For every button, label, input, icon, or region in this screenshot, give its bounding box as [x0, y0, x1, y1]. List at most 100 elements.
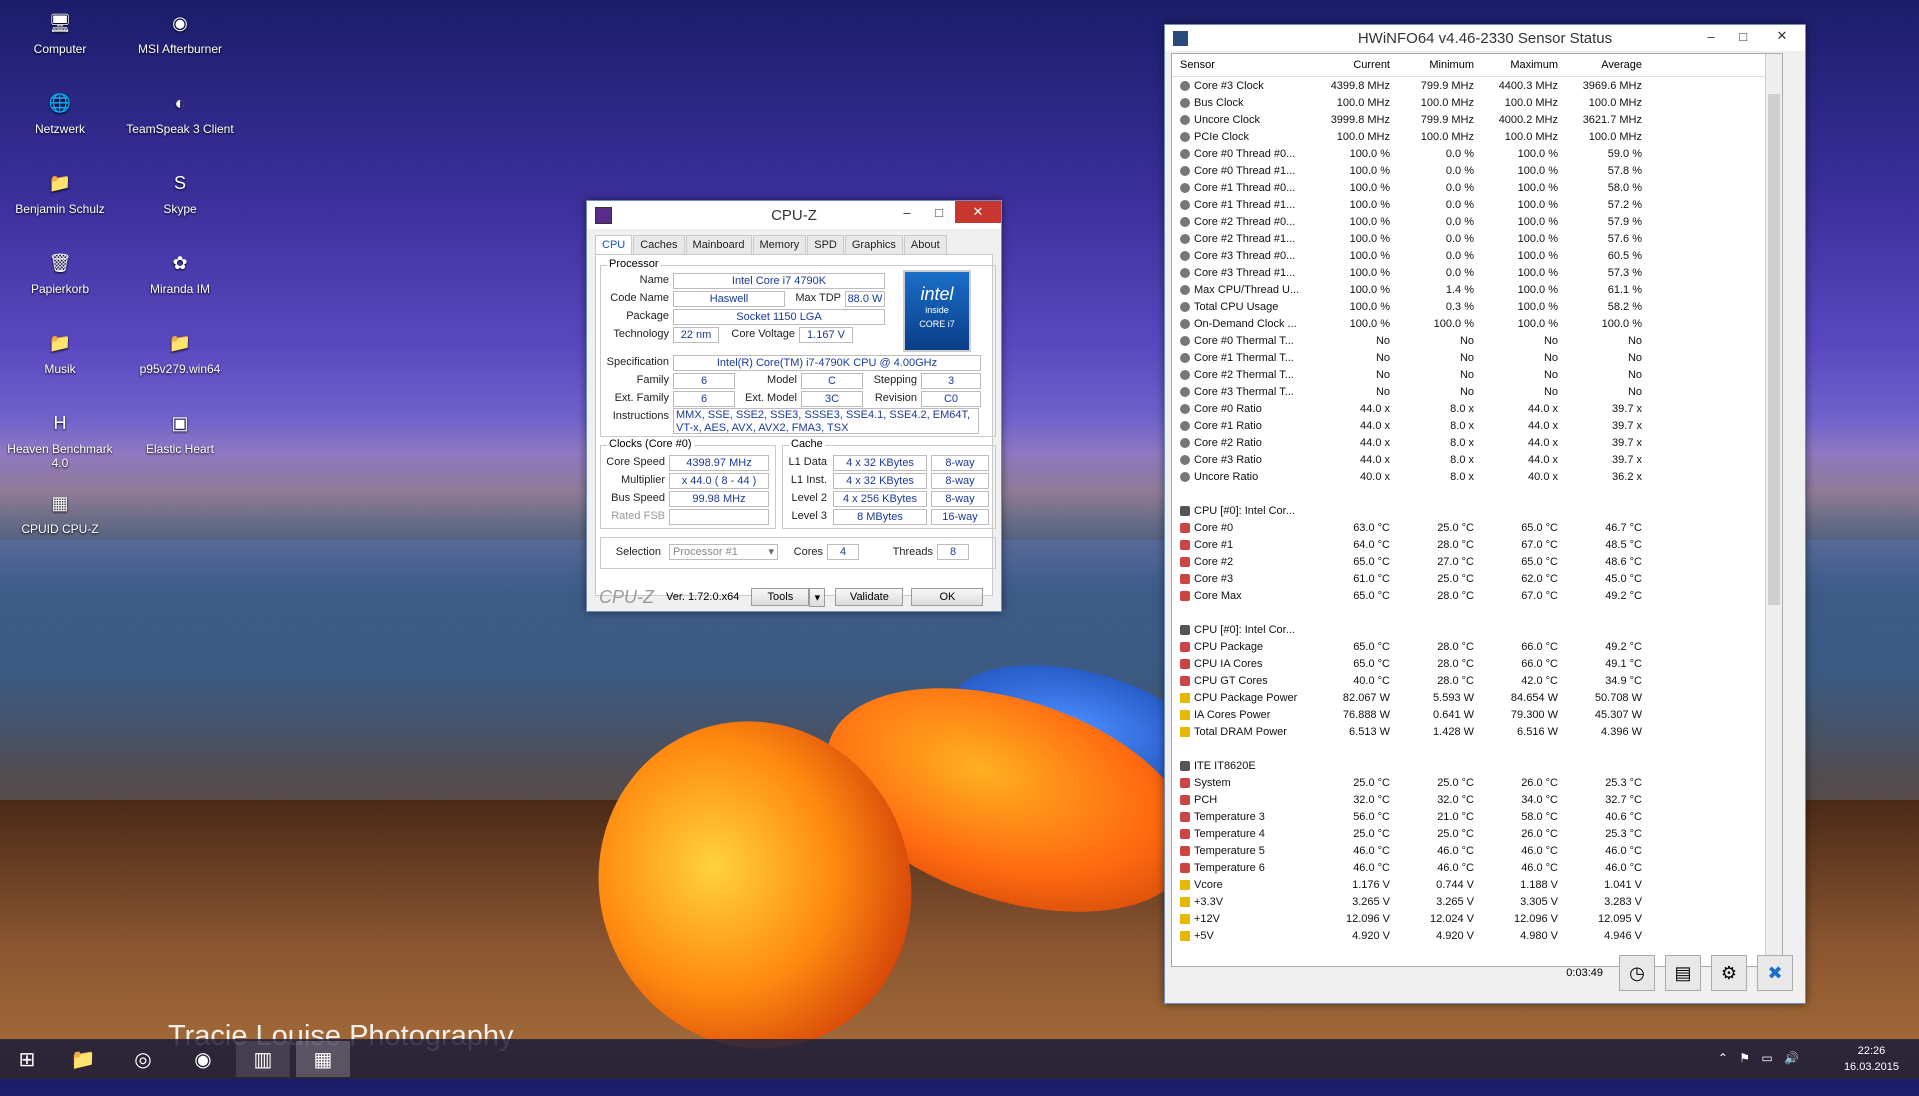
tools-button[interactable]: Tools	[751, 588, 810, 606]
sensor-row[interactable]: Core #2 Ratio 44.0 x 8.0 x 44.0 x 39.7 x	[1172, 434, 1782, 451]
desktop-icon[interactable]: H Heaven Benchmark 4.0	[2, 408, 118, 471]
sensor-row[interactable]: Temperature 3 56.0 °C 21.0 °C 58.0 °C 40.6 °…	[1172, 808, 1782, 825]
desktop-icon[interactable]: 📁 p95v279.win64	[122, 328, 238, 377]
ok-button[interactable]: OK	[911, 588, 984, 606]
desktop-icon[interactable]: ▦ CPUID CPU-Z	[2, 488, 118, 537]
sensor-row[interactable]: CPU Package Power 82.067 W 5.593 W 84.654 W…	[1172, 689, 1782, 706]
settings-button[interactable]: ⚙	[1711, 955, 1747, 991]
sensor-row[interactable]: Max CPU/Thread U... 100.0 % 1.4 % 100.0 % 61…	[1172, 281, 1782, 298]
taskbar-app-2[interactable]: ◎	[116, 1041, 170, 1077]
tab-graphics[interactable]: Graphics	[844, 235, 903, 254]
sensor-row[interactable]: Core #2 Thermal T... No No No No	[1172, 366, 1782, 383]
column-header[interactable]: Average	[1562, 59, 1646, 71]
sensor-row[interactable]: Total DRAM Power 6.513 W 1.428 W 6.516 W 4.3…	[1172, 723, 1782, 740]
desktop-icon[interactable]: ✿ Miranda IM	[122, 248, 238, 297]
desktop-icon[interactable]: 🖥 Computer	[2, 8, 118, 57]
close-button[interactable]: ✕	[955, 201, 1001, 223]
exit-button[interactable]: ✖	[1757, 955, 1793, 991]
column-header[interactable]: Sensor	[1172, 59, 1310, 71]
tray-expand-icon[interactable]: ⌃	[1718, 1051, 1728, 1065]
sensor-row[interactable]: Temperature 4 25.0 °C 25.0 °C 26.0 °C 25.3 °…	[1172, 825, 1782, 842]
taskbar-hwinfo[interactable]: ▥	[236, 1041, 290, 1077]
tab-cpu[interactable]: CPU	[595, 235, 633, 254]
minimize-button[interactable]: –	[891, 201, 923, 223]
tray-volume-icon[interactable]: 🔊	[1784, 1051, 1799, 1065]
selection-dropdown[interactable]: Processor #1 ▾	[669, 544, 778, 560]
tray-flag-icon[interactable]: ⚑	[1739, 1051, 1750, 1065]
sensor-row[interactable]: Core #2 Thread #1... 100.0 % 0.0 % 100.0 % 5…	[1172, 230, 1782, 247]
maximize-button[interactable]: □	[923, 201, 955, 223]
sensor-row[interactable]: On-Demand Clock ... 100.0 % 100.0 % 100.0 %…	[1172, 315, 1782, 332]
tab-mainboard[interactable]: Mainboard	[685, 235, 752, 254]
start-button[interactable]: ⊞	[0, 1041, 54, 1077]
sensor-row[interactable]: Total CPU Usage 100.0 % 0.3 % 100.0 % 58.2 %	[1172, 298, 1782, 315]
sensor-row[interactable]: Temperature 6 46.0 °C 46.0 °C 46.0 °C 46.0 °…	[1172, 859, 1782, 876]
sensor-row[interactable]: System 25.0 °C 25.0 °C 26.0 °C 25.3 °C	[1172, 774, 1782, 791]
validate-button[interactable]: Validate	[835, 588, 904, 606]
sensor-row[interactable]: Core #1 64.0 °C 28.0 °C 67.0 °C 48.5 °C	[1172, 536, 1782, 553]
sensor-row[interactable]: Core #3 61.0 °C 25.0 °C 62.0 °C 45.0 °C	[1172, 570, 1782, 587]
hwinfo-close-button[interactable]: ✕	[1759, 25, 1805, 47]
sensor-row[interactable]: IA Cores Power 76.888 W 0.641 W 79.300 W 45.…	[1172, 706, 1782, 723]
hwinfo-minimize-button[interactable]: –	[1695, 25, 1727, 47]
column-header[interactable]: Maximum	[1478, 59, 1562, 71]
desktop-icon[interactable]: ◐ TeamSpeak 3 Client	[122, 88, 238, 137]
log-button[interactable]: ▤	[1665, 955, 1701, 991]
taskbar-chrome[interactable]: ◉	[176, 1041, 230, 1077]
desktop-icon[interactable]: 📁 Benjamin Schulz	[2, 168, 118, 217]
column-header[interactable]: Current	[1310, 59, 1394, 71]
sensor-row[interactable]: Core #2 65.0 °C 27.0 °C 65.0 °C 48.6 °C	[1172, 553, 1782, 570]
sensor-row[interactable]: +3.3V 3.265 V 3.265 V 3.305 V 3.283 V	[1172, 893, 1782, 910]
column-header[interactable]: Minimum	[1394, 59, 1478, 71]
sensor-row[interactable]: Core #3 Thermal T... No No No No	[1172, 383, 1782, 400]
sensor-scrollbar-thumb[interactable]	[1768, 94, 1780, 605]
tab-memory[interactable]: Memory	[752, 235, 807, 254]
sensor-row[interactable]: Core #1 Thread #0... 100.0 % 0.0 % 100.0 % 5…	[1172, 179, 1782, 196]
sensor-row[interactable]: Uncore Ratio 40.0 x 8.0 x 40.0 x 36.2 x	[1172, 468, 1782, 485]
clock-reset-button[interactable]: ◷	[1619, 955, 1655, 991]
tab-caches[interactable]: Caches	[633, 235, 685, 254]
sensor-row[interactable]: CPU [#0]: Intel Cor...	[1172, 502, 1782, 519]
tools-dropdown-button[interactable]: ▾	[809, 587, 826, 607]
tray-network-icon[interactable]: ▭	[1761, 1051, 1772, 1065]
clock[interactable]: 22:26 16.03.2015	[1844, 1043, 1899, 1075]
sensor-row[interactable]: Core #0 63.0 °C 25.0 °C 65.0 °C 46.7 °C	[1172, 519, 1782, 536]
sensor-row[interactable]: CPU [#0]: Intel Cor...	[1172, 621, 1782, 638]
desktop-icon[interactable]: 📁 Musik	[2, 328, 118, 377]
desktop-icon[interactable]: ▣ Elastic Heart	[122, 408, 238, 457]
desktop-icon[interactable]: S Skype	[122, 168, 238, 217]
sensor-row[interactable]: Bus Clock 100.0 MHz 100.0 MHz 100.0 MHz 100.…	[1172, 94, 1782, 111]
sensor-row[interactable]: Uncore Clock 3999.8 MHz 799.9 MHz 4000.2 MH…	[1172, 111, 1782, 128]
sensor-row[interactable]: Core #0 Thread #0... 100.0 % 0.0 % 100.0 % 5…	[1172, 145, 1782, 162]
sensor-row[interactable]: CPU GT Cores 40.0 °C 28.0 °C 42.0 °C 34.9 °C	[1172, 672, 1782, 689]
sensor-row[interactable]: Core #1 Ratio 44.0 x 8.0 x 44.0 x 39.7 x	[1172, 417, 1782, 434]
sensor-row[interactable]: ITE IT8620E	[1172, 757, 1782, 774]
sensor-row[interactable]: Core #0 Thread #1... 100.0 % 0.0 % 100.0 % 5…	[1172, 162, 1782, 179]
sensor-row[interactable]: Core Max 65.0 °C 28.0 °C 67.0 °C 49.2 °C	[1172, 587, 1782, 604]
sensor-scrollbar[interactable]	[1765, 54, 1782, 966]
sensor-row[interactable]: Core #2 Thread #0... 100.0 % 0.0 % 100.0 % 5…	[1172, 213, 1782, 230]
sensor-row[interactable]: Core #1 Thermal T... No No No No	[1172, 349, 1782, 366]
sensor-row[interactable]: Temperature 5 46.0 °C 46.0 °C 46.0 °C 46.0 °…	[1172, 842, 1782, 859]
sensor-row[interactable]: Core #3 Thread #0... 100.0 % 0.0 % 100.0 % 6…	[1172, 247, 1782, 264]
sensor-row[interactable]: CPU IA Cores 65.0 °C 28.0 °C 66.0 °C 49.1 °C	[1172, 655, 1782, 672]
sensor-row[interactable]: Vcore 1.176 V 0.744 V 1.188 V 1.041 V	[1172, 876, 1782, 893]
sensor-row[interactable]: CPU Package 65.0 °C 28.0 °C 66.0 °C 49.2 °C	[1172, 638, 1782, 655]
sensor-row[interactable]: +5V 4.920 V 4.920 V 4.980 V 4.946 V	[1172, 927, 1782, 944]
tab-about[interactable]: About	[903, 235, 947, 254]
sensor-row[interactable]: +12V 12.096 V 12.024 V 12.096 V 12.095 V	[1172, 910, 1782, 927]
sensor-row[interactable]: PCIe Clock 100.0 MHz 100.0 MHz 100.0 MHz 100…	[1172, 128, 1782, 145]
sensor-row[interactable]: PCH 32.0 °C 32.0 °C 34.0 °C 32.7 °C	[1172, 791, 1782, 808]
sensor-row[interactable]: Core #0 Ratio 44.0 x 8.0 x 44.0 x 39.7 x	[1172, 400, 1782, 417]
sensor-row[interactable]: Core #3 Clock 4399.8 MHz 799.9 MHz 4400.3 M…	[1172, 77, 1782, 94]
sensor-row[interactable]: Core #1 Thread #1... 100.0 % 0.0 % 100.0 % 5…	[1172, 196, 1782, 213]
cpuz-titlebar[interactable]: CPU-Z – □ ✕	[587, 201, 1001, 229]
taskbar-explorer[interactable]: 📁	[56, 1041, 110, 1077]
sensor-row[interactable]: Core #3 Ratio 44.0 x 8.0 x 44.0 x 39.7 x	[1172, 451, 1782, 468]
hwinfo-titlebar[interactable]: HWiNFO64 v4.46-2330 Sensor Status – □ ✕	[1165, 25, 1805, 51]
tab-spd[interactable]: SPD	[807, 235, 844, 254]
desktop-icon[interactable]: 🗑 Papierkorb	[2, 248, 118, 297]
taskbar-cpuz[interactable]: ▦	[296, 1041, 350, 1077]
sensor-row[interactable]: Core #0 Thermal T... No No No No	[1172, 332, 1782, 349]
hwinfo-maximize-button[interactable]: □	[1727, 25, 1759, 47]
